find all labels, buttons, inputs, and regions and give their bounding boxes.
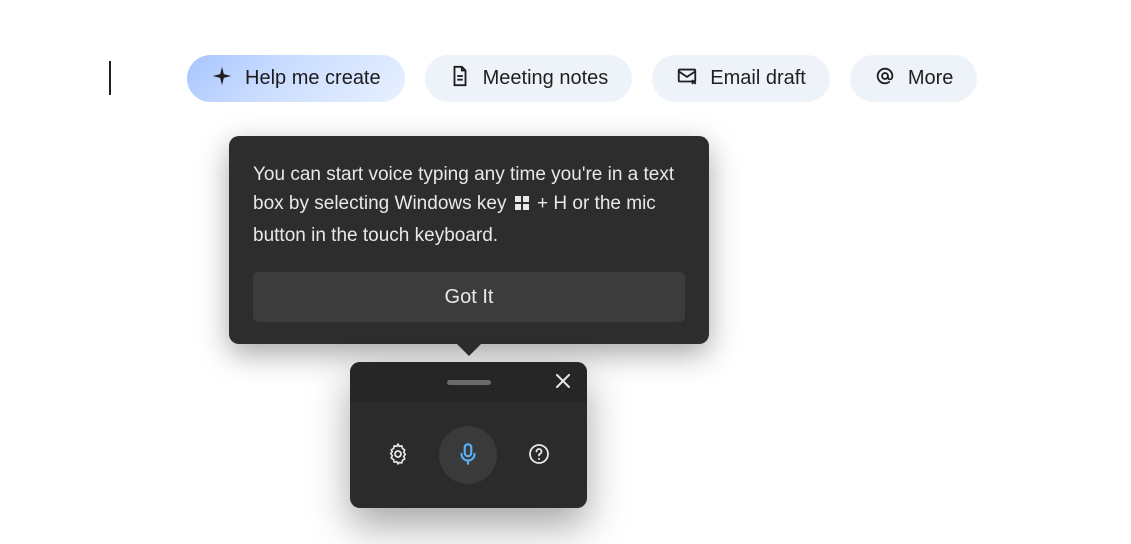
windows-key-icon: [514, 191, 530, 220]
chip-label: More: [908, 67, 954, 90]
sparkle-icon: [211, 65, 233, 93]
voice-typing-tooltip: You can start voice typing any time you'…: [229, 136, 709, 344]
document-icon: [449, 65, 471, 93]
suggestion-chips: Help me create Meeting notes Email draft…: [187, 55, 977, 102]
close-button[interactable]: [551, 370, 575, 394]
got-it-button[interactable]: Got It: [253, 272, 685, 322]
voice-typing-panel: [350, 362, 587, 508]
microphone-icon: [455, 441, 481, 470]
help-button[interactable]: [521, 437, 557, 473]
email-draft-chip[interactable]: Email draft: [652, 55, 830, 102]
chip-label: Email draft: [710, 67, 806, 90]
tooltip-text: You can start voice typing any time you'…: [253, 160, 685, 250]
chip-label: Meeting notes: [483, 67, 609, 90]
settings-button[interactable]: [380, 437, 416, 473]
help-me-create-chip[interactable]: Help me create: [187, 55, 405, 102]
tooltip-caret: [455, 342, 483, 356]
more-chip[interactable]: More: [850, 55, 978, 102]
at-icon: [874, 65, 896, 93]
voice-panel-body: [350, 402, 587, 508]
chip-label: Help me create: [245, 67, 381, 90]
email-icon: [676, 65, 698, 93]
voice-panel-header[interactable]: [350, 362, 587, 402]
text-cursor: [109, 61, 111, 95]
close-icon: [556, 374, 570, 391]
microphone-button[interactable]: [439, 426, 497, 484]
drag-handle[interactable]: [447, 380, 491, 385]
meeting-notes-chip[interactable]: Meeting notes: [425, 55, 633, 102]
gear-icon: [386, 442, 410, 469]
help-icon: [527, 442, 551, 469]
